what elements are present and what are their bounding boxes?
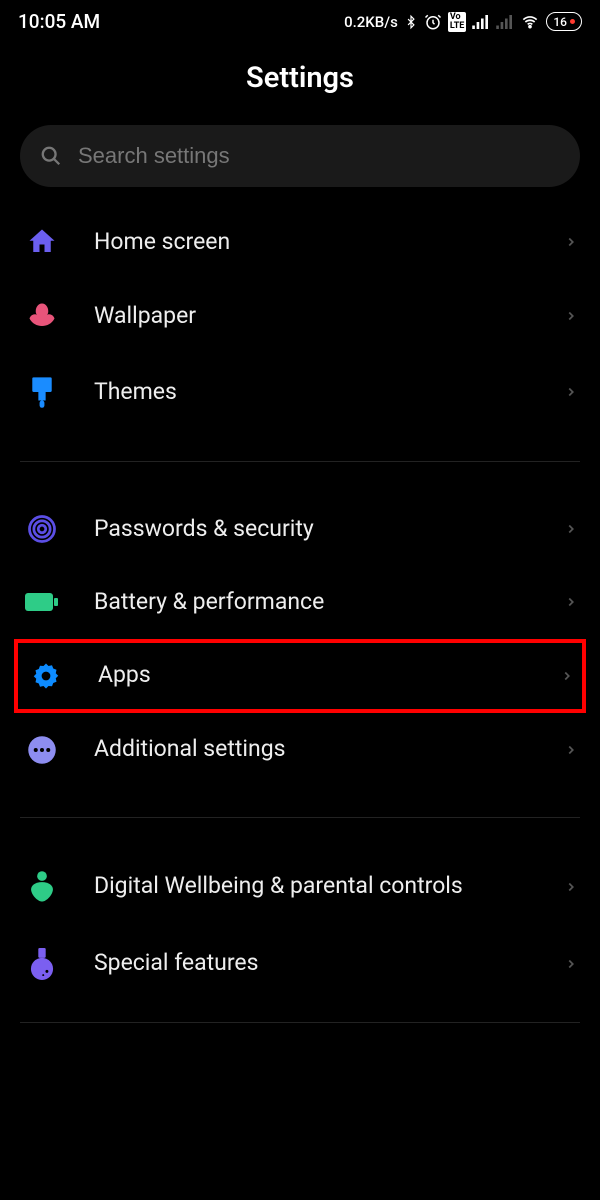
row-label: Wallpaper xyxy=(94,302,532,331)
chevron-right-icon xyxy=(564,591,578,613)
row-label: Digital Wellbeing & parental controls xyxy=(94,872,532,901)
row-special-features[interactable]: Special features xyxy=(0,926,600,1002)
row-label: Passwords & security xyxy=(94,515,532,544)
chevron-right-icon xyxy=(564,305,578,327)
row-additional-settings[interactable]: Additional settings xyxy=(0,713,600,787)
row-apps[interactable]: Apps xyxy=(26,661,574,691)
battery-low-dot xyxy=(570,19,575,24)
chevron-right-icon xyxy=(564,381,578,403)
network-rate: 0.2KB/s xyxy=(344,13,398,31)
fingerprint-icon xyxy=(27,514,57,544)
divider xyxy=(20,461,580,462)
home-icon xyxy=(27,227,57,257)
row-label: Battery & performance xyxy=(94,588,532,617)
row-battery-performance[interactable]: Battery & performance xyxy=(0,566,600,639)
row-label: Apps xyxy=(98,661,528,690)
status-icons: 0.2KB/s VoLTE 16 xyxy=(344,12,582,32)
row-home-screen[interactable]: Home screen xyxy=(0,205,600,279)
row-label: Special features xyxy=(94,949,532,978)
divider xyxy=(20,1022,580,1023)
settings-list: Home screen Wallpaper Themes Passwords &… xyxy=(0,205,600,1023)
page-title: Settings xyxy=(0,61,600,95)
search-input[interactable] xyxy=(78,143,560,169)
row-label: Themes xyxy=(94,378,532,407)
search-bar[interactable] xyxy=(20,125,580,187)
chevron-right-icon xyxy=(560,665,574,687)
divider xyxy=(20,817,580,818)
chevron-right-icon xyxy=(564,876,578,898)
search-icon xyxy=(40,145,62,167)
gear-icon xyxy=(31,661,61,691)
status-time: 10:05 AM xyxy=(18,10,100,33)
battery-percent: 16 xyxy=(553,15,567,29)
row-wallpaper[interactable]: Wallpaper xyxy=(0,279,600,353)
ellipsis-circle-icon xyxy=(27,735,57,765)
status-bar: 10:05 AM 0.2KB/s VoLTE 16 xyxy=(0,0,600,41)
flask-icon xyxy=(27,948,57,980)
volte-icon: VoLTE xyxy=(448,12,467,32)
chevron-right-icon xyxy=(564,953,578,975)
chevron-right-icon xyxy=(564,231,578,253)
row-themes[interactable]: Themes xyxy=(0,353,600,431)
alarm-icon xyxy=(424,13,442,31)
flower-icon xyxy=(27,301,57,331)
battery-icon xyxy=(25,591,59,613)
chevron-right-icon xyxy=(564,518,578,540)
chevron-right-icon xyxy=(564,739,578,761)
signal-icon-1 xyxy=(472,15,490,29)
row-label: Additional settings xyxy=(94,735,532,764)
wifi-icon xyxy=(520,14,540,30)
bluetooth-icon xyxy=(404,13,418,31)
row-digital-wellbeing[interactable]: Digital Wellbeing & parental controls xyxy=(0,848,600,926)
row-passwords-security[interactable]: Passwords & security xyxy=(0,492,600,566)
wellbeing-icon xyxy=(27,870,57,904)
signal-icon-2 xyxy=(496,15,514,29)
highlight-box: Apps xyxy=(14,639,586,713)
row-label: Home screen xyxy=(94,228,532,257)
brush-icon xyxy=(27,375,57,409)
battery-indicator: 16 xyxy=(546,12,582,31)
